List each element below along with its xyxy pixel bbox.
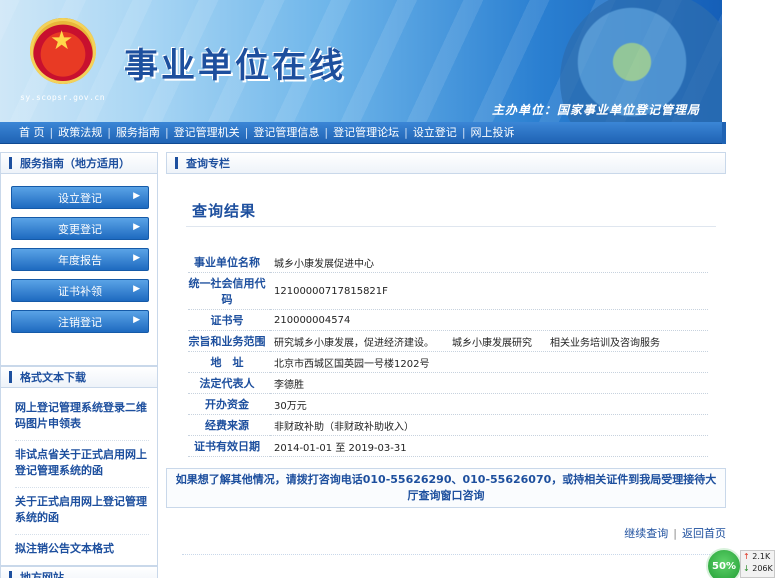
table-row: 地 址 北京市西城区国英园一号楼1202号 [188, 351, 708, 373]
guide-button-cancel[interactable]: 注销登记 ▶ [11, 310, 149, 333]
query-section-title: 查询专栏 [186, 157, 230, 170]
field-value: 30万元 [270, 393, 708, 415]
guide-button-label: 年度报告 [58, 253, 102, 267]
field-label: 事业单位名称 [188, 252, 270, 273]
divider [186, 226, 716, 227]
table-row: 开办资金 30万元 [188, 393, 708, 415]
result-title: 查询结果 [192, 202, 257, 220]
valid-from: 2014-01-01 [274, 442, 333, 454]
bottom-links: 继续查询 | 返回首页 [624, 527, 726, 540]
field-label: 宗旨和业务范围 [188, 330, 270, 352]
guide-button-label: 证书补领 [58, 284, 102, 298]
triangle-right-icon: ▶ [133, 315, 140, 325]
scope-part: 相关业务培训及咨询服务 [550, 337, 660, 349]
sponsor-text: 主办单位：国家事业单位登记管理局 [492, 103, 701, 117]
national-emblem-icon: ★ [30, 18, 96, 84]
doc-link[interactable]: 拟注销公告文本格式 [15, 535, 149, 565]
section-marker-icon [175, 157, 178, 169]
field-label: 统一社会信用代码 [188, 272, 270, 310]
nav-authority[interactable]: 登记管理机关 [169, 122, 245, 144]
guide-button-list: 设立登记 ▶ 变更登记 ▶ 年度报告 ▶ 证书补领 ▶ 注销登记 ▶ [0, 174, 158, 366]
section-marker-icon [9, 571, 12, 578]
continue-query-link[interactable]: 继续查询 [624, 527, 668, 540]
field-label: 证书有效日期 [188, 435, 270, 457]
triangle-right-icon: ▶ [133, 191, 140, 201]
guide-button-establish[interactable]: 设立登记 ▶ [11, 186, 149, 209]
doc-link[interactable]: 非试点省关于正式启用网上登记管理系统的函 [15, 441, 149, 488]
divider [182, 554, 722, 555]
nav-policy[interactable]: 政策法规 [53, 122, 107, 144]
field-label: 开办资金 [188, 393, 270, 415]
triangle-right-icon: ▶ [133, 253, 140, 263]
valid-to: 2019-03-31 [348, 442, 407, 454]
table-row: 证书有效日期 2014-01-01 至 2019-03-31 [188, 435, 708, 457]
nav-info[interactable]: 登记管理信息 [248, 122, 324, 144]
guide-button-label: 设立登记 [58, 191, 102, 205]
table-row: 经费来源 非财政补助（非财政补助收入） [188, 414, 708, 436]
upload-speed: 2.1K [752, 552, 771, 561]
nav-forum[interactable]: 登记管理论坛 [328, 122, 404, 144]
back-home-link[interactable]: 返回首页 [682, 527, 726, 540]
arrow-up-icon: ↑ [743, 552, 750, 561]
field-value: 研究城乡小康发展，促进经济建设。 城乡小康发展研究 相关业务培训及咨询服务 [270, 330, 708, 352]
nav-guide[interactable]: 服务指南 [111, 122, 165, 144]
doc-list: 网上登记管理系统登录二维码图片申领表 非试点省关于正式启用网上登记管理系统的函 … [0, 388, 158, 566]
guide-button-label: 注销登记 [58, 315, 102, 329]
valid-sep: 至 [335, 442, 346, 454]
doc-link[interactable]: 关于正式启用网上登记管理系统的函 [15, 488, 149, 535]
contact-notice: 如果想了解其他情况，请拨打咨询电话010-55626290、010-556260… [166, 468, 726, 508]
field-value: 210000004574 [270, 309, 708, 331]
field-label: 经费来源 [188, 414, 270, 436]
query-section-header: 查询专栏 [166, 152, 726, 174]
scope-part: 研究城乡小康发展，促进经济建设。 [274, 337, 434, 349]
network-speed-panel: ↑ 2.1K ↓ 206K [740, 550, 775, 578]
guide-button-label: 变更登记 [58, 222, 102, 236]
guide-section-title: 服务指南（地方适用） [20, 157, 130, 170]
network-speed-widget[interactable]: 50% [706, 548, 742, 578]
guide-button-annual-report[interactable]: 年度报告 ▶ [11, 248, 149, 271]
table-row: 法定代表人 李德胜 [188, 372, 708, 394]
sidebar: 服务指南（地方适用） 设立登记 ▶ 变更登记 ▶ 年度报告 ▶ 证书补领 ▶ 注销登记 ▶… [0, 152, 158, 578]
main-nav: 首 页 | 政策法规 | 服务指南 | 登记管理机关 | 登记管理信息 | 登记管理论坛 |… [0, 122, 722, 144]
site-url: sy.scopsr.gov.cn [20, 93, 106, 102]
main-content: 查询专栏 查询结果 事业单位名称 城乡小康发展促进中心 统一社会信用代码 121… [166, 152, 726, 578]
nav-establish[interactable]: 设立登记 [408, 122, 462, 144]
field-value: 李德胜 [270, 372, 708, 394]
field-value: 2014-01-01 至 2019-03-31 [270, 435, 708, 457]
table-row: 宗旨和业务范围 研究城乡小康发展，促进经济建设。 城乡小康发展研究 相关业务培训及咨… [188, 330, 708, 352]
arrow-down-icon: ↓ [743, 564, 750, 573]
guide-section-header: 服务指南（地方适用） [0, 152, 158, 174]
doc-section-header: 格式文本下载 [0, 366, 158, 388]
triangle-right-icon: ▶ [133, 284, 140, 294]
site-title: 事业单位在线 [124, 46, 346, 86]
right-edge [722, 0, 775, 144]
guide-button-certificate-reissue[interactable]: 证书补领 ▶ [11, 279, 149, 302]
doc-link[interactable]: 网上登记管理系统登录二维码图片申领表 [15, 394, 149, 441]
nav-home[interactable]: 首 页 [14, 122, 50, 144]
field-value: 12100000717815821F [270, 272, 708, 310]
section-marker-icon [9, 157, 12, 169]
local-section-header: 地方网站 [0, 566, 158, 578]
field-value: 非财政补助（非财政补助收入） [270, 414, 708, 436]
result-table: 事业单位名称 城乡小康发展促进中心 统一社会信用代码 1210000071781… [188, 252, 708, 457]
table-row: 统一社会信用代码 12100000717815821F [188, 272, 708, 310]
download-speed: 206K [752, 564, 773, 573]
field-label: 法定代表人 [188, 372, 270, 394]
guide-button-change[interactable]: 变更登记 ▶ [11, 217, 149, 240]
field-label: 地 址 [188, 351, 270, 373]
doc-section-title: 格式文本下载 [20, 371, 86, 384]
field-label: 证书号 [188, 309, 270, 331]
table-row: 证书号 210000004574 [188, 309, 708, 331]
table-row: 事业单位名称 城乡小康发展促进中心 [188, 252, 708, 273]
field-value: 城乡小康发展促进中心 [270, 252, 708, 273]
local-section-title: 地方网站 [20, 571, 64, 578]
header-banner: ★ sy.scopsr.gov.cn 事业单位在线 主办单位：国家事业单位登记管… [0, 0, 722, 122]
triangle-right-icon: ▶ [133, 222, 140, 232]
section-marker-icon [9, 371, 12, 383]
nav-complaint[interactable]: 网上投诉 [466, 122, 520, 144]
scope-part: 城乡小康发展研究 [452, 337, 532, 349]
field-value: 北京市西城区国英园一号楼1202号 [270, 351, 708, 373]
